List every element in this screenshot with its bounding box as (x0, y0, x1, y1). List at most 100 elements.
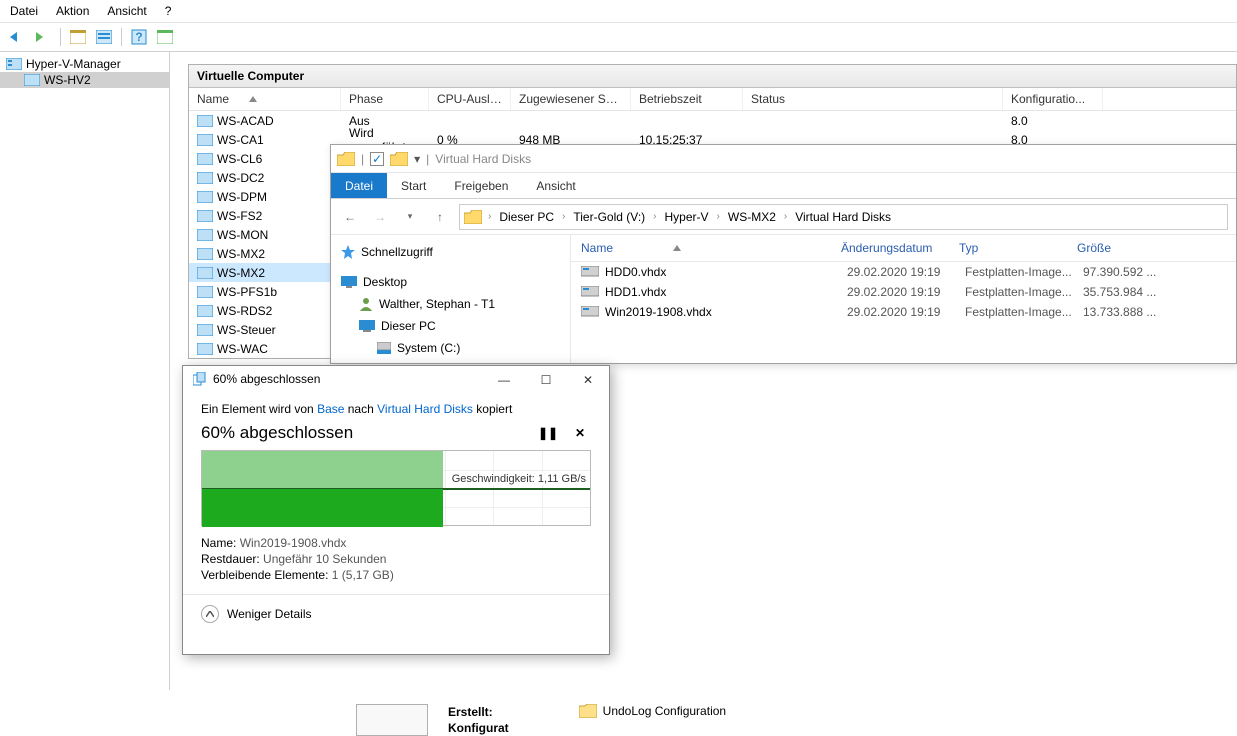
vm-icon (197, 210, 213, 222)
vm-name: WS-Steuer (217, 323, 345, 337)
col-uptime[interactable]: Betriebszeit (631, 88, 743, 110)
breadcrumb-sep[interactable]: › (717, 211, 720, 222)
copy-titlebar[interactable]: 60% abgeschlossen — ☐ ✕ (183, 366, 609, 392)
toolbar-separator (60, 28, 61, 46)
breadcrumb-item[interactable]: Tier-Gold (V:) (567, 208, 651, 226)
nav-back-icon[interactable]: ← (339, 206, 361, 228)
tree-quick-access[interactable]: Schnellzugriff (331, 241, 570, 263)
pause-button[interactable]: ❚❚ (537, 422, 559, 444)
explorer-titlebar[interactable]: | ✓ ▾ | Virtual Hard Disks (331, 145, 1236, 173)
copy-dialog: 60% abgeschlossen — ☐ ✕ Ein Element wird… (182, 365, 610, 655)
detail-labels: Erstellt: Konfigurat (448, 704, 509, 736)
ribbon-tabs: Datei Start Freigeben Ansicht (331, 173, 1236, 199)
breadcrumb-sep[interactable]: › (488, 211, 491, 222)
help-icon[interactable]: ? (128, 26, 150, 48)
col-status[interactable]: Status (743, 88, 1003, 110)
file-row[interactable]: HDD0.vhdx29.02.2020 19:19Festplatten-Ima… (571, 262, 1236, 282)
maximize-button[interactable]: ☐ (525, 366, 567, 394)
col-config[interactable]: Konfiguratio... (1003, 88, 1103, 110)
undo-folder-item[interactable]: UndoLog Configuration (579, 704, 726, 718)
refresh-icon[interactable] (154, 26, 176, 48)
fcol-name[interactable]: Name (571, 235, 831, 261)
folder-icon (337, 152, 355, 166)
copy-footer: Weniger Details (183, 594, 609, 633)
speed-label: Geschwindigkeit: 1,11 GB/s (452, 473, 586, 485)
cancel-button[interactable]: ✕ (569, 422, 591, 444)
file-row[interactable]: Win2019-1908.vhdx29.02.2020 19:19Festpla… (571, 302, 1236, 322)
menu-view[interactable]: Ansicht (107, 4, 146, 18)
vm-name: WS-DPM (217, 190, 345, 204)
file-size: 35.753.984 ... (1073, 285, 1173, 299)
menu-help[interactable]: ? (165, 4, 172, 18)
vm-name: WS-FS2 (217, 209, 345, 223)
breadcrumb-item[interactable]: Virtual Hard Disks (789, 208, 897, 226)
breadcrumb[interactable]: › Dieser PC › Tier-Gold (V:) › Hyper-V ›… (459, 204, 1228, 230)
nav-recent-icon[interactable]: ▾ (399, 206, 421, 228)
tree-host[interactable]: WS-HV2 (0, 72, 169, 88)
tree-root[interactable]: Hyper-V-Manager (0, 56, 169, 72)
tree-user[interactable]: Walther, Stephan - T1 (331, 293, 570, 315)
chevron-up-icon[interactable] (201, 605, 219, 623)
less-details-link[interactable]: Weniger Details (227, 607, 311, 621)
col-mem[interactable]: Zugewiesener Spei... (511, 88, 631, 110)
show-hide-tree-icon[interactable] (67, 26, 89, 48)
qat-check-icon[interactable]: ✓ (370, 152, 384, 166)
menu-action[interactable]: Aktion (56, 4, 89, 18)
fcol-type[interactable]: Typ (949, 235, 1067, 261)
file-name: HDD1.vhdx (605, 285, 837, 299)
nav-up-icon[interactable]: ↑ (429, 206, 451, 228)
host-icon (24, 74, 40, 86)
vm-name: WS-ACAD (217, 114, 345, 128)
disk-icon (581, 286, 599, 298)
fcol-date[interactable]: Änderungsdatum (831, 235, 949, 261)
breadcrumb-sep[interactable]: › (562, 211, 565, 222)
col-cpu[interactable]: CPU-Auslast... (429, 88, 511, 110)
breadcrumb-item[interactable]: Dieser PC (493, 208, 560, 226)
vm-name: WS-CA1 (217, 133, 345, 147)
breadcrumb-item[interactable]: WS-MX2 (722, 208, 782, 226)
copy-src-link[interactable]: Base (317, 402, 344, 416)
breadcrumb-sep[interactable]: › (653, 211, 656, 222)
col-name[interactable]: Name (189, 88, 341, 110)
chart-area-dark (202, 489, 443, 527)
file-list: Name Änderungsdatum Typ Größe HDD0.vhdx2… (571, 235, 1236, 363)
file-columns: Name Änderungsdatum Typ Größe (571, 235, 1236, 262)
tab-share[interactable]: Freigeben (440, 173, 522, 198)
vm-name: WS-MON (217, 228, 345, 242)
breadcrumb-item[interactable]: Hyper-V (659, 208, 715, 226)
vm-icon (197, 305, 213, 317)
copy-name-row: Name: Win2019-1908.vhdx (201, 536, 591, 550)
tab-start[interactable]: Start (387, 173, 440, 198)
nav-fwd-icon[interactable] (32, 26, 54, 48)
vm-name: WS-MX2 (217, 266, 345, 280)
vm-icon (197, 191, 213, 203)
vm-icon (197, 286, 213, 298)
properties-icon[interactable] (93, 26, 115, 48)
menu-file[interactable]: Datei (10, 4, 38, 18)
chart-area-light (202, 451, 443, 489)
explorer-window: | ✓ ▾ | Virtual Hard Disks Datei Start F… (330, 144, 1237, 364)
undo-folder-label: UndoLog Configuration (603, 704, 726, 718)
close-button[interactable]: ✕ (567, 366, 609, 394)
nav-back-icon[interactable] (6, 26, 28, 48)
vm-icon (197, 229, 213, 241)
file-size: 13.733.888 ... (1073, 305, 1173, 319)
fcol-size[interactable]: Größe (1067, 235, 1167, 261)
tab-file[interactable]: Datei (331, 173, 387, 198)
col-phase[interactable]: Phase (341, 88, 429, 110)
tab-view[interactable]: Ansicht (522, 173, 589, 198)
copy-dst-link[interactable]: Virtual Hard Disks (377, 402, 473, 416)
minimize-button[interactable]: — (483, 366, 525, 394)
sort-asc-icon (249, 96, 257, 102)
tree-desktop[interactable]: Desktop (331, 271, 570, 293)
explorer-tree: Schnellzugriff Desktop Walther, Stephan … (331, 235, 571, 363)
tree-sysc[interactable]: System (C:) (331, 337, 570, 359)
breadcrumb-sep[interactable]: › (784, 211, 787, 222)
tree-thispc[interactable]: Dieser PC (331, 315, 570, 337)
qat-dropdown-icon[interactable]: ▾ (414, 152, 420, 166)
vm-name: WS-CL6 (217, 152, 345, 166)
vm-thumb (356, 704, 428, 736)
vm-icon (197, 343, 213, 355)
file-row[interactable]: HDD1.vhdx29.02.2020 19:19Festplatten-Ima… (571, 282, 1236, 302)
detail-strip: Erstellt: Konfigurat UndoLog Configurati… (356, 704, 726, 736)
